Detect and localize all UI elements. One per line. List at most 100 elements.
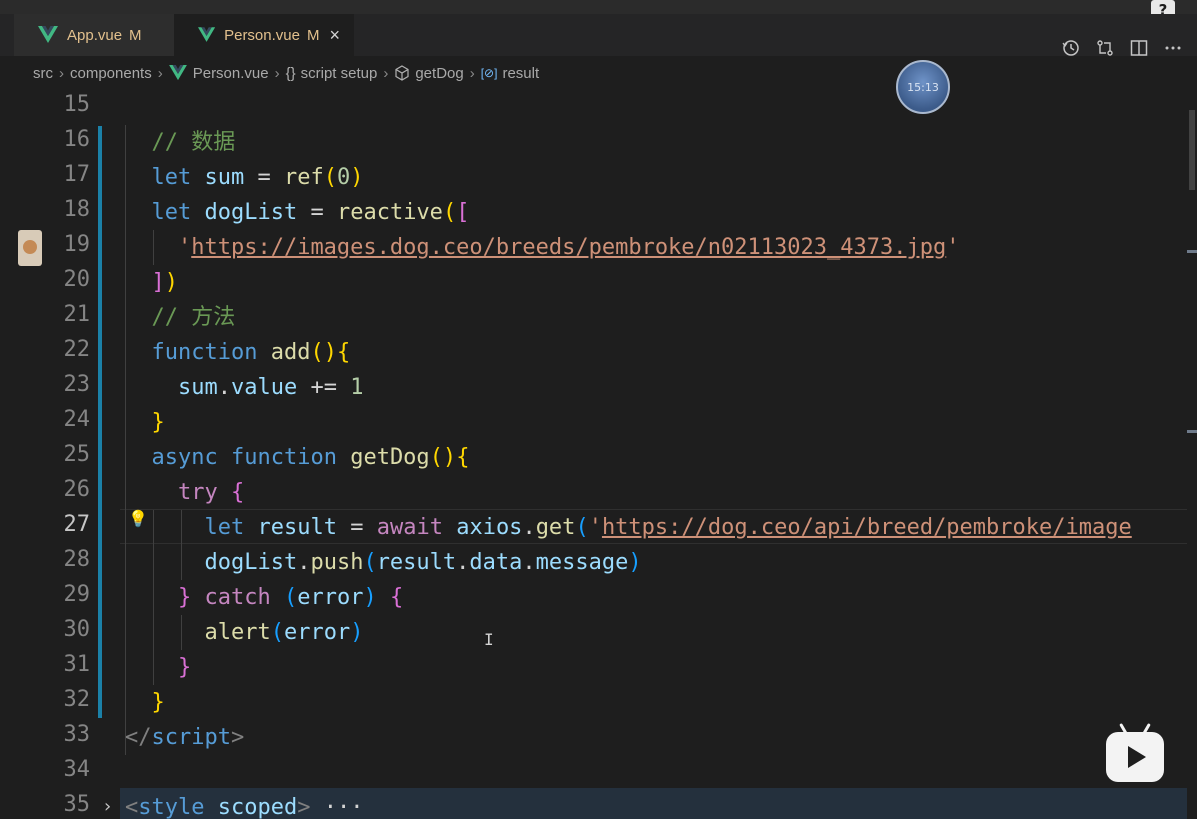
code-token: function <box>151 340 258 365</box>
line-number: 26 <box>63 477 91 502</box>
fold-chevron-icon[interactable]: › <box>104 796 111 817</box>
code-token: . <box>217 375 231 400</box>
scrollbar-marker <box>1187 250 1197 253</box>
code-token: += <box>297 375 351 400</box>
code-token: let <box>204 515 245 540</box>
code-token: ) <box>363 585 377 610</box>
code-token: . <box>522 550 536 575</box>
compare-changes-icon[interactable] <box>1095 38 1115 58</box>
code-token: dogList <box>204 200 298 225</box>
code-token: https://images.dog.ceo/breeds/pembroke/n… <box>191 235 947 260</box>
breadcrumb-item-script-setup[interactable]: script setup <box>301 65 378 82</box>
code-token: https://dog.ceo/api/breed/pembroke/image <box>601 515 1132 540</box>
code-token: < <box>125 795 139 819</box>
code-token: axios <box>456 515 523 540</box>
code-token: ref <box>284 165 324 190</box>
line-number: 33 <box>63 722 91 747</box>
code-token: 1 <box>350 375 364 400</box>
code-token: error <box>297 585 364 610</box>
code-line[interactable]: // 数据 <box>125 125 235 160</box>
mouse-cursor-icon: I <box>484 630 494 649</box>
vertical-scrollbar[interactable] <box>1187 90 1197 819</box>
timeline-history-icon[interactable] <box>1061 38 1081 58</box>
breadcrumb-item-result[interactable]: result <box>502 65 539 82</box>
code-line[interactable]: try { <box>125 475 244 510</box>
code-token: ) <box>350 620 364 645</box>
tab-bar: App.vue M Person.vue M × <box>0 14 1197 56</box>
code-line[interactable]: } <box>125 650 191 685</box>
code-line[interactable]: ]) <box>125 265 179 300</box>
code-line[interactable]: } catch (error) { <box>125 580 403 615</box>
split-editor-icon[interactable] <box>1129 38 1149 58</box>
code-token: [ <box>456 200 470 225</box>
code-token: error <box>283 620 351 645</box>
line-number: 29 <box>63 582 91 607</box>
code-token: add <box>270 340 311 365</box>
variable-icon: [⊘] <box>480 66 498 80</box>
code-token: } <box>177 655 192 680</box>
code-line[interactable]: // 方法 <box>125 300 235 335</box>
code-line[interactable]: dogList.push(result.data.message) <box>125 545 641 580</box>
code-token: ' <box>946 235 960 260</box>
code-editor[interactable]: 15 16 17 18 19 20 21 22 23 24 25 26 27 28 29 30 31 32 33 34… <box>0 90 1197 819</box>
code-token: // 方法 <box>125 305 236 330</box>
code-line[interactable]: let sum = ref(0) <box>125 160 364 195</box>
code-line[interactable]: function add(){ <box>125 335 351 370</box>
code-line[interactable]: sum.value += 1 <box>125 370 363 405</box>
code-token: = <box>244 165 284 190</box>
code-token: { <box>336 340 351 365</box>
breadcrumb-item-components[interactable]: components <box>70 65 152 82</box>
code-token: . <box>522 515 536 540</box>
code-token: ( <box>270 620 284 645</box>
code-token: style <box>138 795 205 819</box>
vue-icon <box>38 26 58 43</box>
line-number: 22 <box>63 337 91 362</box>
code-token: { <box>456 445 470 470</box>
modified-indicator: M <box>129 26 142 44</box>
code-token: ) <box>350 165 364 190</box>
close-tab-icon[interactable]: × <box>329 26 340 44</box>
code-token: function <box>230 445 337 470</box>
code-token: alert <box>204 620 271 645</box>
code-token: // 数据 <box>125 130 236 155</box>
breadcrumb-item-src[interactable]: src <box>33 65 53 82</box>
code-line[interactable]: } <box>125 405 165 440</box>
line-number: 27 <box>63 512 91 537</box>
more-actions-icon[interactable] <box>1163 38 1183 58</box>
code-token: await <box>376 515 443 540</box>
breadcrumb-item-file[interactable]: Person.vue <box>193 65 269 82</box>
code-token: ( <box>363 550 377 575</box>
code-line[interactable]: 'https://images.dog.ceo/breeds/pembroke/… <box>125 230 959 265</box>
code-token: result <box>376 550 457 575</box>
code-line[interactable]: </script> <box>125 720 244 755</box>
tab-app-vue[interactable]: App.vue M <box>14 14 174 56</box>
line-number: 19 <box>63 232 91 257</box>
line-number: 16 <box>63 127 91 152</box>
tab-label: Person.vue <box>224 26 300 44</box>
scrollbar-thumb[interactable] <box>1189 110 1195 190</box>
code-line[interactable]: let dogList = reactive([ <box>125 195 470 230</box>
chevron-right-icon: › <box>383 64 389 82</box>
code-token: > <box>230 725 245 750</box>
code-line[interactable]: } <box>125 685 165 720</box>
code-token: ] <box>151 270 165 295</box>
code-token: script <box>151 725 231 750</box>
code-line[interactable]: alert(error) <box>125 615 363 650</box>
code-line[interactable]: async function getDog(){ <box>125 440 470 475</box>
code-line[interactable]: let result = await axios.get('https://do… <box>125 510 1132 545</box>
tab-person-vue[interactable]: Person.vue M × <box>174 14 354 56</box>
code-token: message <box>535 550 629 575</box>
breadcrumb-item-getdog[interactable]: getDog <box>415 65 463 82</box>
tab-label: App.vue <box>67 26 123 44</box>
code-line[interactable]: <style scoped> ··· <box>125 790 363 819</box>
